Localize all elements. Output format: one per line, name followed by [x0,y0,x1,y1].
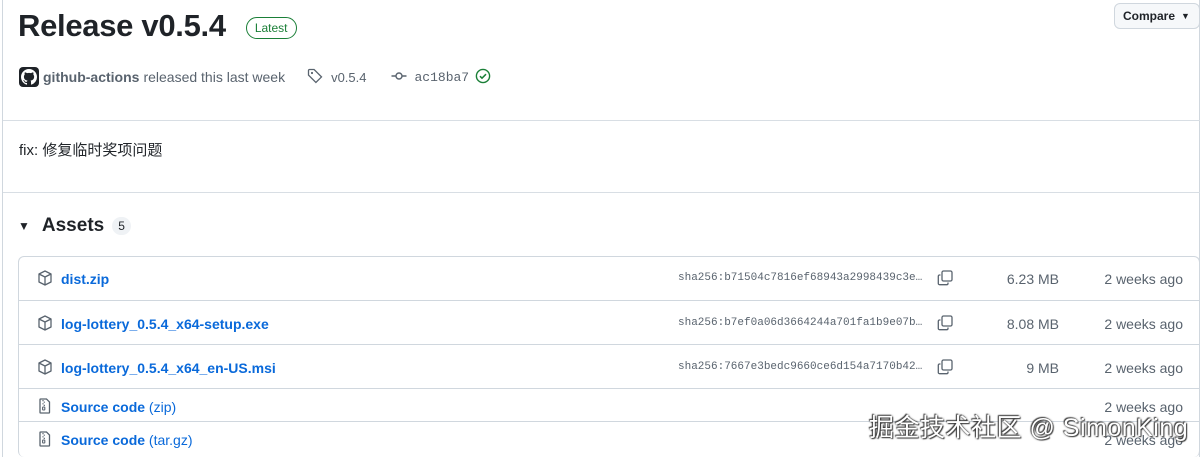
check-circle-icon[interactable] [475,68,491,87]
divider [3,120,1200,121]
asset-size: 9 MB [1026,360,1059,376]
package-icon [37,359,53,380]
github-avatar[interactable] [19,67,39,87]
release-tag[interactable]: v0.5.4 [307,68,367,87]
copy-icon[interactable] [937,359,953,380]
asset-link[interactable]: log-lottery_0.5.4_x64_en-US.msi [61,360,276,376]
asset-row: dist.zip sha256:b71504c7816ef68943a29984… [19,257,1199,301]
compare-button[interactable]: Compare ▼ [1114,3,1200,29]
asset-sha: sha256:b71504c7816ef68943a2998439c3e… [678,272,923,284]
assets-title: Assets [41,215,105,236]
compare-label: Compare [1123,9,1176,23]
file-zip-icon [37,431,53,452]
asset-suffix: (zip) [148,399,177,415]
assets-count: 5 [112,217,131,235]
asset-link[interactable]: Source code (tar.gz) [61,432,193,448]
caret-down-icon: ▼ [1181,11,1190,21]
asset-suffix: (tar.gz) [148,432,193,448]
package-icon [37,270,53,291]
release-time-text: released this last week [143,69,286,85]
asset-date: 2 weeks ago [1104,316,1183,332]
asset-row: log-lottery_0.5.4_x64_en-US.msi sha256:7… [19,345,1199,389]
copy-icon[interactable] [937,315,953,336]
asset-sha: sha256:7667e3bedc9660ce6d154a7170b42… [678,361,923,373]
asset-size: 6.23 MB [1006,271,1059,287]
watermark: 掘金技术社区 @ SimonKing [869,414,1189,442]
release-title[interactable]: Release v0.5.4 [18,8,226,44]
divider [3,192,1200,193]
asset-date: 2 weeks ago [1104,271,1183,287]
copy-icon[interactable] [937,270,953,291]
asset-link[interactable]: log-lottery_0.5.4_x64-setup.exe [61,316,269,332]
file-zip-icon [37,398,53,419]
latest-badge: Latest [245,17,297,39]
tag-icon [307,68,323,87]
asset-sha: sha256:b7ef0a06d3664244a701fa1b9e07b… [678,317,923,329]
release-commit[interactable]: ac18ba7 [391,68,492,87]
asset-link[interactable]: dist.zip [61,271,109,287]
asset-link[interactable]: Source code (zip) [61,399,176,415]
tag-label: v0.5.4 [331,69,367,85]
release-author[interactable]: github-actions [43,69,139,85]
asset-row: log-lottery_0.5.4_x64-setup.exe sha256:b… [19,301,1199,345]
assets-header[interactable]: ▼ Assets 5 [18,215,131,237]
commit-hash: ac18ba7 [414,69,470,85]
asset-size: 8.08 MB [1006,316,1059,332]
triangle-down-icon[interactable]: ▼ [18,219,30,233]
asset-date: 2 weeks ago [1104,360,1183,376]
commit-icon [391,68,407,87]
package-icon [37,315,53,336]
release-header: Release v0.5.4 Latest [18,8,297,44]
release-notes: fix: 修复临时奖项问题 [19,142,163,159]
release-meta: github-actions released this last week v… [19,67,491,87]
